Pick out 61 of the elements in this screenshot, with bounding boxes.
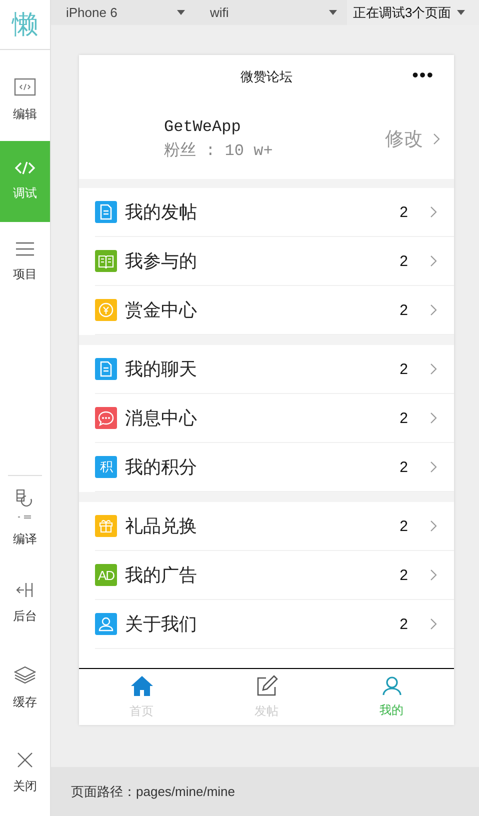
caret-icon [329, 10, 337, 15]
sidebar-item[interactable]: 编译 [0, 476, 50, 561]
sidebar-item[interactable]: 项目 [0, 222, 50, 303]
sidebar-item[interactable]: 编辑 [0, 60, 50, 141]
chevron-icon [430, 304, 437, 316]
edit-icon [256, 674, 278, 696]
menu-row[interactable]: 积 我的积分 2 [95, 443, 454, 492]
code-icon [14, 78, 36, 96]
more-button[interactable]: ••• [412, 65, 434, 86]
home-icon [130, 674, 154, 696]
menu-label: 我的聊天 [125, 358, 198, 381]
menu-label: 消息中心 [125, 407, 198, 430]
code-icon [14, 161, 36, 175]
logo: 懒 [12, 9, 38, 42]
backend-icon [16, 582, 34, 598]
compile-icon [15, 489, 35, 521]
page-title: 微赞论坛 [240, 68, 292, 86]
menu-label: 赏金中心 [125, 299, 198, 322]
network-dropdown[interactable]: wifi [195, 0, 347, 25]
user-icon [382, 676, 402, 696]
close-icon [17, 752, 33, 768]
sidebar-item[interactable]: 后台 [0, 561, 50, 646]
chevron-icon [430, 412, 437, 424]
fans-count: 粉丝 : 10 w+ [164, 140, 274, 160]
count: 2 [400, 360, 408, 378]
menu-icon [16, 242, 34, 256]
count: 2 [400, 566, 408, 584]
chevron-icon [430, 206, 437, 218]
count: 2 [400, 252, 408, 270]
count: 2 [400, 204, 408, 220]
sidebar-item[interactable]: 关闭 [0, 731, 50, 816]
caret-icon [457, 10, 465, 15]
menu-row[interactable]: 关于我们 2 [95, 600, 454, 649]
count: 2 [400, 410, 408, 426]
chevron-icon [430, 363, 437, 375]
chevron-icon [430, 569, 437, 581]
chevron-icon [430, 618, 437, 630]
menu-label: 我参与的 [125, 250, 198, 273]
chevron-icon [430, 255, 437, 267]
menu-label: 我的积分 [125, 456, 198, 479]
menu-label: 我的广告 [125, 564, 198, 587]
layers-icon [14, 666, 36, 684]
menu-label: 礼品兑换 [125, 515, 198, 538]
count: 2 [400, 302, 408, 318]
chevron-icon [430, 461, 437, 473]
device-dropdown[interactable]: iPhone 6 [51, 0, 195, 25]
count: 2 [400, 616, 408, 632]
chevron-icon [430, 520, 437, 532]
badge-icon: AD [95, 564, 117, 586]
menu-label: 关于我们 [125, 613, 198, 636]
badge-icon: 积 [95, 456, 117, 478]
page-path: 页面路径：pages/mine/mine [71, 782, 235, 800]
count: 2 [400, 458, 408, 476]
debug-status-dropdown[interactable]: 正在调试3个页面 [347, 0, 479, 25]
sidebar-item[interactable]: 缓存 [0, 646, 50, 731]
user-name: GetWeApp [164, 118, 242, 136]
caret-icon [177, 10, 185, 15]
menu-row[interactable]: 赏金中心 2 [95, 286, 454, 335]
chevron-icon [433, 133, 440, 145]
menu-label: 我的发帖 [125, 201, 198, 224]
count: 2 [400, 518, 408, 534]
